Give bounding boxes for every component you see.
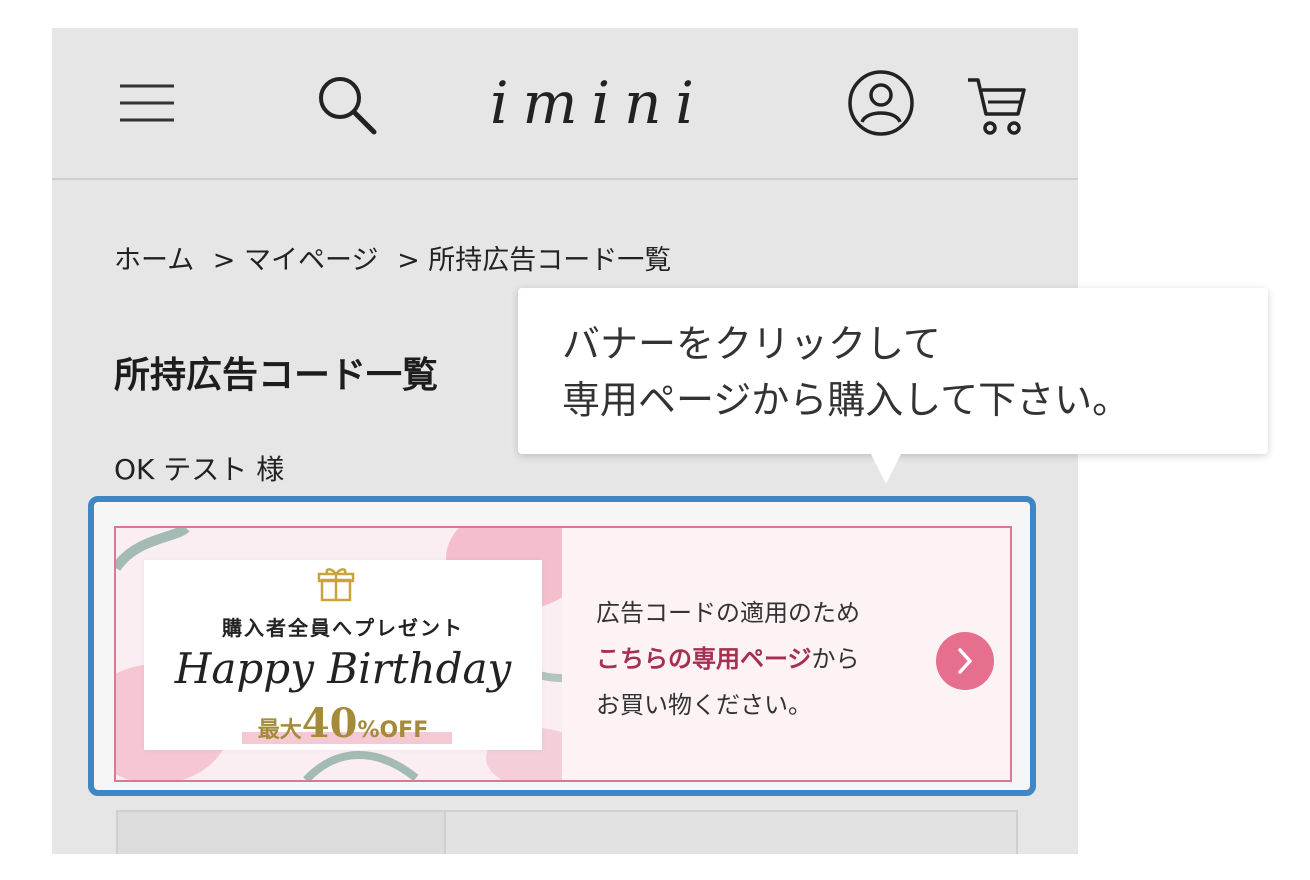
site-logo[interactable]: imini — [484, 68, 714, 138]
banner-message: 広告コードの適用のため こちらの専用ページから お買い物ください。 — [596, 590, 860, 728]
promo-subtitle: 購入者全員へプレゼント — [222, 616, 464, 640]
off-suffix: %OFF — [357, 718, 429, 743]
promo-discount: 最大40%OFF — [144, 700, 542, 747]
gift-icon — [316, 564, 356, 608]
banner-line-1: 広告コードの適用のため — [596, 599, 860, 627]
code-table-row — [116, 810, 1018, 854]
chevron-right-icon — [958, 648, 972, 674]
banner-line-2: こちらの専用ページから — [596, 636, 860, 682]
off-prefix: 最大 — [257, 718, 302, 743]
banner-arrow-button[interactable] — [936, 632, 994, 690]
banner-highlight-frame: 購入者全員へプレゼント Happy Birthday 最大40%OFF 広告コー… — [88, 496, 1036, 796]
banner-line-3: お買い物ください。 — [596, 691, 812, 719]
user-account-icon[interactable] — [846, 68, 916, 142]
page-title: 所持広告コード一覧 — [114, 355, 439, 396]
callout-line-1: バナーをクリックして — [562, 322, 941, 366]
breadcrumb-current: > 所持広告コード一覧 — [397, 245, 672, 276]
cart-icon[interactable] — [966, 74, 1028, 142]
site-header: imini — [52, 28, 1078, 180]
breadcrumb-home[interactable]: ホーム — [114, 245, 194, 276]
dedicated-page-link[interactable]: こちらの専用ページ — [596, 645, 812, 673]
callout-tail — [870, 452, 902, 484]
callout-text: バナーをクリックして 専用ページから購入して下さい。 — [562, 316, 1130, 428]
banner-image[interactable]: 購入者全員へプレゼント Happy Birthday 最大40%OFF — [116, 528, 562, 780]
banner-line-2-rest: から — [811, 645, 860, 673]
off-value: 40 — [301, 700, 358, 747]
user-name: OK テスト 様 — [114, 453, 285, 486]
breadcrumb-mypage[interactable]: > マイページ — [213, 245, 379, 276]
promo-banner[interactable]: 購入者全員へプレゼント Happy Birthday 最大40%OFF 広告コー… — [114, 526, 1012, 782]
promo-title: Happy Birthday — [174, 644, 512, 693]
hamburger-menu-icon[interactable] — [118, 80, 176, 130]
promo-card: 購入者全員へプレゼント Happy Birthday 最大40%OFF — [144, 560, 542, 750]
breadcrumb: ホーム > マイページ > 所持広告コード一覧 — [114, 238, 681, 277]
search-icon[interactable] — [316, 74, 380, 140]
instruction-callout: バナーをクリックして 専用ページから購入して下さい。 — [518, 288, 1268, 454]
code-table-cell — [118, 812, 446, 854]
callout-line-2: 専用ページから購入して下さい。 — [562, 378, 1131, 422]
